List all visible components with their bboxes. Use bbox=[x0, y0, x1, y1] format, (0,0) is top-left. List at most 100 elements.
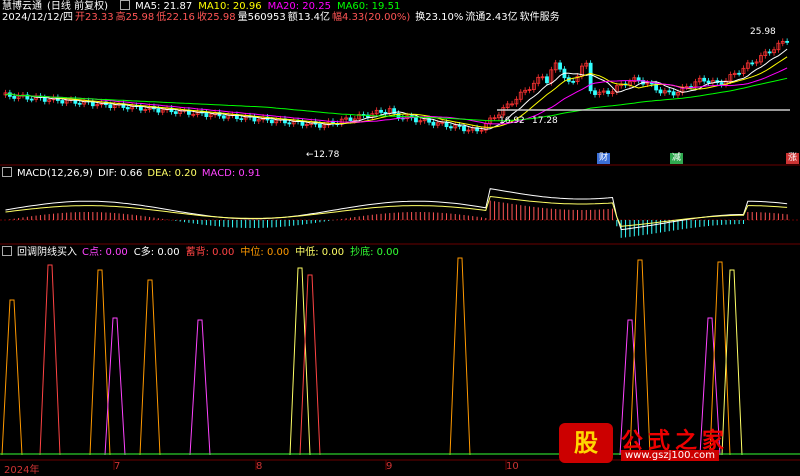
event-tag-up[interactable]: 涨 bbox=[786, 153, 800, 164]
indicator-value: 抄底: 0.00 bbox=[350, 247, 399, 258]
signal-spike bbox=[104, 317, 126, 456]
candle-body bbox=[448, 126, 453, 129]
watermark-logo: 股 公式之家 www.gszj100.com bbox=[559, 423, 794, 465]
event-tag-fin[interactable]: 财 bbox=[597, 153, 611, 164]
ma-label: MA60: 19.51 bbox=[336, 1, 401, 12]
macd-header: MACD(12,26,9) DIF: 0.66 DEA: 0.20 MACD: 0.9… bbox=[2, 167, 266, 179]
candle-body bbox=[12, 95, 17, 99]
candle-body bbox=[348, 117, 353, 122]
candle-body bbox=[173, 111, 178, 114]
price-high-label: 25.98 bbox=[750, 27, 776, 37]
candle-body bbox=[125, 107, 130, 110]
quote-open: 开23.33 bbox=[75, 12, 114, 23]
candle-body bbox=[588, 62, 593, 92]
candle-body bbox=[239, 118, 244, 121]
candle-body bbox=[767, 51, 772, 54]
candle-body bbox=[558, 62, 562, 70]
candle-body bbox=[287, 122, 292, 125]
macd-settings-icon[interactable] bbox=[2, 167, 12, 177]
signal-spike bbox=[189, 319, 211, 456]
quote-high: 高25.98 bbox=[115, 12, 155, 23]
candle-body bbox=[383, 111, 388, 114]
indicator-title: 回调阴线买入 bbox=[17, 247, 77, 258]
stock-chart[interactable] bbox=[0, 0, 800, 473]
candle-body bbox=[379, 109, 383, 113]
period-label: (日线 前复权) bbox=[47, 1, 108, 12]
candle-body bbox=[269, 119, 274, 124]
quote-change: 幅4.33(20.00%) bbox=[332, 12, 411, 23]
quote-volume: 量560953 bbox=[237, 12, 286, 23]
candle-body bbox=[702, 77, 707, 82]
candle-body bbox=[636, 77, 641, 81]
event-tag-reduce[interactable]: 减 bbox=[670, 153, 684, 164]
candle-body bbox=[252, 116, 257, 122]
indicator-value: 中位: 0.00 bbox=[240, 247, 290, 258]
dif-line bbox=[5, 188, 788, 231]
x-axis-label: 10 bbox=[506, 461, 519, 472]
ma20-line bbox=[5, 67, 788, 125]
indicator-values: C点: 0.00 C多: 0.00 蓄背: 0.00 中位: 0.00 中低: 0.00… bbox=[82, 247, 405, 258]
candle-body bbox=[593, 90, 597, 95]
candle-body bbox=[649, 82, 654, 85]
macd-value: MACD: 0.91 bbox=[201, 168, 261, 179]
logo-badge: 股 bbox=[559, 423, 613, 463]
quote-row: 2024/12/12/四 开23.33 高25.98 低22.16 收25.98 量560… bbox=[2, 12, 565, 23]
candle-body bbox=[444, 121, 449, 128]
candle-body bbox=[671, 91, 676, 96]
candle-body bbox=[785, 40, 790, 43]
x-axis-label: 2024年 bbox=[4, 465, 40, 476]
ma5-line bbox=[5, 48, 788, 130]
candle-body bbox=[706, 80, 711, 84]
x-axis-label: 9 bbox=[386, 461, 393, 472]
x-axis-label: 8 bbox=[256, 461, 263, 472]
settings-icon[interactable] bbox=[120, 0, 131, 10]
ma-list: MA5: 21.87 MA10: 20.96 MA20: 20.25 MA60: 19… bbox=[135, 1, 406, 12]
candle-body bbox=[77, 102, 82, 105]
ma-label: MA10: 20.96 bbox=[198, 1, 262, 12]
candle-body bbox=[204, 112, 209, 117]
candle-body bbox=[750, 62, 755, 65]
candle-body bbox=[667, 90, 672, 93]
candle-body bbox=[606, 90, 610, 94]
x-axis-label: 7 bbox=[114, 461, 121, 472]
candle-body bbox=[462, 125, 466, 132]
indicator-header: 回调阴线买入 C点: 0.00 C多: 0.00 蓄背: 0.00 中位: 0.00 中低… bbox=[2, 246, 410, 258]
candle-body bbox=[719, 82, 724, 85]
stock-name: 慧博云通 bbox=[2, 1, 42, 12]
signal-spike bbox=[449, 257, 471, 456]
ma-label: MA5: 21.87 bbox=[135, 1, 193, 12]
indicator-value: 蓄背: 0.00 bbox=[185, 247, 235, 258]
candle-body bbox=[156, 108, 161, 113]
macd-title: MACD(12,26,9) bbox=[17, 168, 93, 179]
quote-date: 2024/12/12/四 bbox=[2, 12, 74, 23]
macd-dea: DEA: 0.20 bbox=[147, 168, 197, 179]
signal-spike bbox=[139, 279, 161, 456]
ma-label: MA20: 20.25 bbox=[267, 1, 331, 12]
candle-body bbox=[108, 104, 113, 109]
signal-spike bbox=[39, 264, 61, 456]
candle-body bbox=[431, 121, 436, 126]
candle-body bbox=[221, 115, 226, 119]
candle-body bbox=[737, 72, 741, 75]
quote-close: 收25.98 bbox=[196, 12, 236, 23]
candle-body bbox=[571, 80, 576, 83]
price-low-label: ←12.78 bbox=[306, 150, 340, 160]
indicator-settings-icon[interactable] bbox=[2, 246, 12, 256]
quote-low: 低22.16 bbox=[156, 12, 195, 23]
candle-body bbox=[317, 123, 322, 128]
candle-body bbox=[90, 101, 95, 107]
candle-body bbox=[29, 98, 34, 101]
indicator-value: C点: 0.00 bbox=[82, 247, 128, 258]
price-mid-label-2: 17.28 bbox=[532, 116, 558, 126]
quote-industry: 软件服务 bbox=[519, 12, 560, 23]
candle-body bbox=[42, 97, 47, 102]
candle-body bbox=[414, 117, 418, 123]
logo-url: www.gszj100.com bbox=[621, 450, 720, 461]
quote-float: 流通2.43亿 bbox=[465, 12, 518, 23]
candle-body bbox=[60, 100, 65, 104]
quote-amount: 额13.4亿 bbox=[287, 12, 331, 23]
indicator-value: C多: 0.00 bbox=[133, 247, 180, 258]
price-mid-label-1: 16.92 bbox=[499, 116, 525, 126]
signal-spike bbox=[1, 299, 23, 456]
quote-turnover: 换23.10% bbox=[415, 12, 464, 23]
